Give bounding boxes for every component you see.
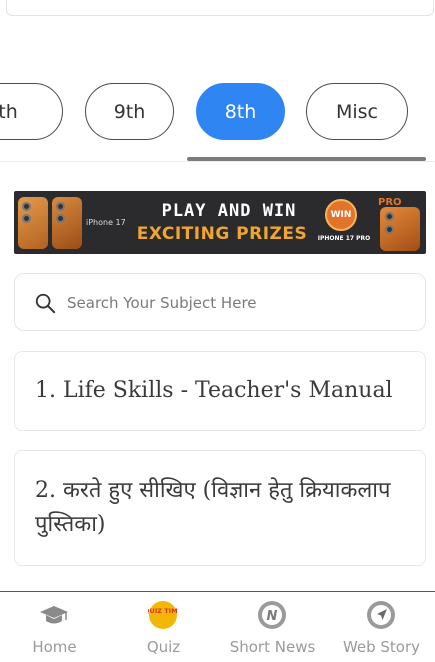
- news-badge-text: N: [267, 609, 278, 624]
- web-story-icon: [367, 601, 395, 629]
- win-badge-caption: IPHONE 17 PRO: [317, 235, 371, 242]
- phone-image: [52, 197, 82, 249]
- nav-home[interactable]: Home: [0, 592, 109, 662]
- nav-quiz[interactable]: QUIZ TIME Quiz: [109, 592, 218, 662]
- search-box: [14, 273, 426, 331]
- tabs-divider: [0, 161, 435, 162]
- subject-item[interactable]: 2. करते हुए सीखिए (विज्ञान हेतु क्रियाकल…: [14, 450, 426, 566]
- class-tabs: th 9th 8th Misc: [0, 83, 435, 141]
- tab-class-partial[interactable]: th: [0, 83, 63, 140]
- nav-web-story[interactable]: Web Story: [327, 592, 435, 662]
- nav-label: Short News: [229, 638, 316, 656]
- news-icon: N: [258, 601, 286, 629]
- search-input[interactable]: [67, 288, 407, 318]
- quiz-time-icon: QUIZ TIME: [148, 601, 178, 629]
- tab-class-9th[interactable]: 9th: [85, 83, 174, 140]
- bottom-nav: Home QUIZ TIME Quiz N Short News Web Sto…: [0, 591, 435, 662]
- banner-subheadline: EXCITING PRIZES: [136, 224, 308, 244]
- nav-label: Home: [32, 638, 77, 656]
- win-badge: WIN: [325, 199, 357, 231]
- phone-image: [380, 207, 420, 251]
- tab-class-misc[interactable]: Misc: [306, 83, 408, 140]
- tab-class-8th[interactable]: 8th: [196, 83, 285, 140]
- top-card: [6, 0, 434, 16]
- banner-brand: iPhone 17: [86, 218, 126, 227]
- nav-label: Web Story: [342, 638, 421, 656]
- nav-short-news[interactable]: N Short News: [218, 592, 327, 662]
- graduation-cap-icon: [40, 606, 68, 624]
- banner-headline: PLAY AND WIN: [161, 201, 297, 221]
- subject-title: 1. Life Skills - Teacher's Manual: [35, 377, 393, 403]
- subject-item[interactable]: 1. Life Skills - Teacher's Manual: [14, 351, 426, 431]
- phone-image: [18, 197, 48, 249]
- subject-title: 2. करते हुए सीखिए (विज्ञान हेतु क्रियाकल…: [35, 477, 391, 537]
- nav-label: Quiz: [146, 638, 181, 656]
- search-icon: [35, 293, 56, 314]
- ad-banner[interactable]: iPhone 17 PLAY AND WIN EXCITING PRIZES W…: [14, 191, 426, 254]
- quiz-badge-text: QUIZ TIME: [148, 607, 178, 615]
